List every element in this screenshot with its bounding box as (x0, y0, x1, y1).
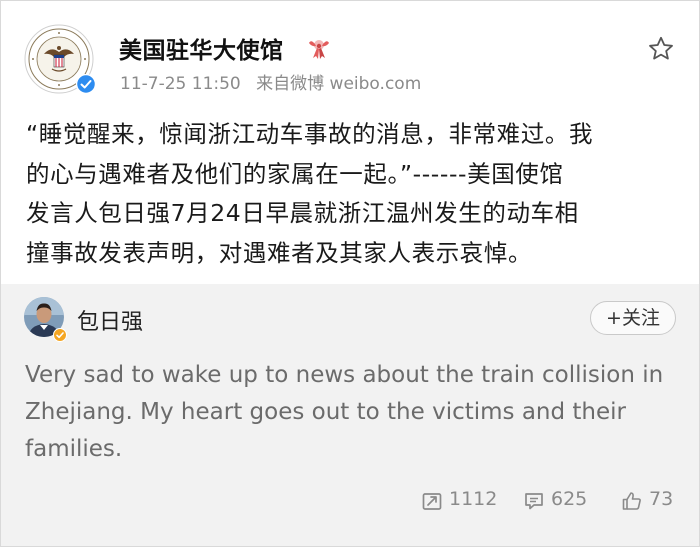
follow-button[interactable]: +关注 (590, 301, 676, 335)
comment-button[interactable]: 625 (523, 480, 595, 520)
action-bar: 1112 625 73 (1, 480, 699, 520)
repost-button[interactable]: 1112 (421, 480, 501, 520)
post-text-line: 撞事故发表声明，对遇难者及其家人表示哀悼。 (26, 238, 533, 267)
post-text-line: “睡觉醒来，惊闻浙江动车事故的消息，非常难过。我 (26, 120, 594, 148)
repost-count: 1112 (449, 488, 498, 510)
retweet-author-name[interactable]: 包日强 (77, 304, 143, 336)
retweet-block[interactable]: 包日强 +关注 Very sad to wake up to news abou… (1, 284, 699, 546)
repost-icon (422, 493, 442, 510)
post-header: 美国驻华大使馆 11-7-25 11:50 来自微博 weibo.com (1, 1, 699, 101)
ribbon-icon (306, 35, 332, 61)
like-icon (622, 492, 641, 510)
post-source: 来自微博 weibo.com (256, 74, 422, 94)
post-meta: 11-7-25 11:50 来自微博 weibo.com (120, 69, 421, 94)
verified-icon (75, 73, 97, 95)
comment-count: 625 (551, 488, 588, 510)
verified-icon (53, 327, 67, 342)
star-icon[interactable] (647, 35, 675, 63)
like-button[interactable]: 73 (621, 480, 681, 520)
comment-icon (525, 493, 543, 510)
post-text-line: 的心与遇难者及他们的家属在一起。”------美国使馆 (26, 159, 564, 188)
weibo-card: 美国驻华大使馆 11-7-25 11:50 来自微博 weibo.com “睡觉… (0, 0, 700, 547)
retweet-text: Very sad to wake up to news about the tr… (25, 362, 664, 462)
post-text: “睡觉醒来，惊闻浙江动车事故的消息，非常难过。我 的心与遇难者及他们的家属在一起… (26, 115, 681, 273)
post-time: 11-7-25 11:50 (120, 74, 241, 94)
post-text-line: 发言人包日强7月24日早晨就浙江温州发生的动车相 (26, 199, 579, 227)
like-count: 73 (649, 488, 674, 510)
author-name[interactable]: 美国驻华大使馆 (119, 31, 284, 65)
